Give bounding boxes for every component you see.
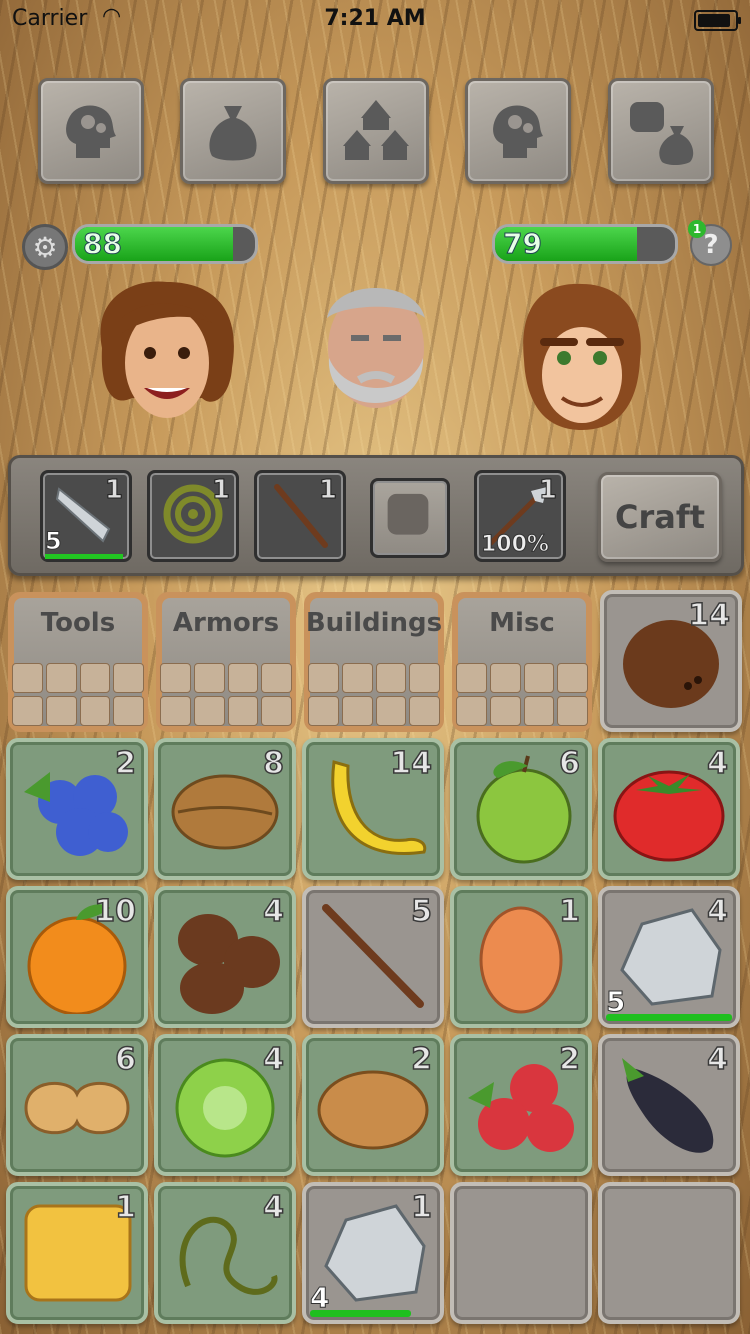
young-caveman-avatar[interactable]	[92, 278, 242, 433]
equip-slot-spear[interactable]: 1 100%	[474, 470, 566, 562]
head-gears-icon	[66, 105, 116, 158]
category-label: Armors	[172, 608, 280, 638]
category-preview-grid	[308, 663, 440, 726]
equip-count: 1	[211, 475, 230, 506]
durability-bar	[606, 1014, 732, 1021]
equip-slot-spearhead[interactable]: 1 5	[40, 470, 132, 562]
equip-slot-stick[interactable]: 1	[254, 470, 346, 562]
item-count: 1	[410, 1189, 432, 1226]
huts-icon	[343, 100, 409, 160]
category-buildings[interactable]: Buildings	[304, 592, 444, 732]
inventory-slot-potato[interactable]: 2	[302, 1034, 444, 1176]
settings-gear-icon[interactable]: ⚙	[22, 224, 68, 270]
inventory-slot-stone[interactable]: 14	[302, 1182, 444, 1324]
battery-level	[698, 14, 731, 27]
item-count: 5	[410, 893, 432, 930]
item-count: 2	[558, 1041, 580, 1078]
inventory-bag-button[interactable]	[180, 78, 286, 184]
durability-bar	[310, 1310, 411, 1317]
category-preview-grid	[456, 663, 588, 726]
inventory-slot-peanut[interactable]: 6	[6, 1034, 148, 1176]
item-count: 6	[114, 1041, 136, 1078]
item-count: 4	[706, 893, 728, 930]
bag-icon	[209, 106, 257, 161]
item-count: 14	[390, 745, 433, 782]
inventory-slot-lettuce[interactable]: 4	[154, 1034, 296, 1176]
item-count: 4	[706, 745, 728, 782]
skills-alt-button[interactable]	[465, 78, 571, 184]
inventory-slot-empty[interactable]	[450, 1182, 592, 1324]
item-count: 8	[262, 745, 284, 782]
inventory-slot-walnut[interactable]: 8	[154, 738, 296, 880]
item-count: 2	[114, 745, 136, 782]
equip-durability: 5	[45, 527, 63, 556]
equip-count: 1	[104, 475, 123, 506]
inventory-slot-orange[interactable]: 10	[6, 886, 148, 1028]
item-count: 10	[94, 893, 137, 930]
fist-icon	[387, 493, 429, 535]
item-count: 2	[410, 1041, 432, 1078]
inventory-slot-honeycomb[interactable]: 1	[6, 1182, 148, 1324]
elder-caveman-avatar[interactable]	[315, 278, 437, 433]
equip-slot-rope[interactable]: 1	[147, 470, 239, 562]
category-preview-grid	[160, 663, 292, 726]
ape-caveman-avatar[interactable]	[518, 280, 646, 435]
category-preview-grid	[12, 663, 144, 726]
status-bar: Carrier ◠ 7:21 AM	[0, 0, 750, 40]
clock: 7:21 AM	[324, 6, 426, 31]
left-health-bar: 88	[72, 224, 258, 264]
category-label: Misc	[489, 608, 555, 638]
inventory-slot-coconut[interactable]: 14	[600, 590, 742, 732]
equip-count: 1	[538, 475, 557, 506]
category-misc[interactable]: Misc	[452, 592, 592, 732]
category-label: Buildings	[305, 608, 443, 638]
right-health-value: 79	[503, 227, 543, 261]
durability-bar	[45, 554, 123, 559]
inventory-slot-green-apple[interactable]: 6	[450, 738, 592, 880]
category-tools[interactable]: Tools	[8, 592, 148, 732]
village-button[interactable]	[323, 78, 429, 184]
equip-percent: 100%	[481, 532, 550, 558]
item-count: 1	[558, 893, 580, 930]
left-health-value: 88	[83, 227, 123, 261]
inventory-slot-raspberries[interactable]: 2	[450, 1034, 592, 1176]
item-count: 4	[706, 1041, 728, 1078]
battery-icon	[694, 10, 741, 31]
inventory-slot-vine[interactable]: 4	[154, 1182, 296, 1324]
help-badge: 1	[688, 220, 706, 238]
item-count: 4	[262, 1041, 284, 1078]
right-health-bar: 79	[492, 224, 678, 264]
inventory-slot-empty[interactable]	[598, 1182, 740, 1324]
item-count: 4	[262, 1189, 284, 1226]
inventory-slot-stick[interactable]: 5	[302, 886, 444, 1028]
equip-count: 1	[318, 475, 337, 506]
head-gears-icon	[493, 105, 543, 158]
inventory-slot-blueberries[interactable]: 2	[6, 738, 148, 880]
item-count: 1	[114, 1189, 136, 1226]
item-count: 14	[688, 597, 731, 634]
help-label: ?	[703, 230, 719, 260]
item-count: 4	[262, 893, 284, 930]
category-label: Tools	[40, 608, 116, 638]
fist-bag-icon	[630, 102, 694, 165]
inventory-slot-banana[interactable]: 14	[302, 738, 444, 880]
craft-button[interactable]: Craft	[598, 472, 722, 562]
inventory-slot-stone[interactable]: 45	[598, 886, 740, 1028]
category-armors[interactable]: Armors	[156, 592, 296, 732]
equip-slot-empty-fist[interactable]	[370, 478, 450, 558]
inventory-slot-tomato[interactable]: 4	[598, 738, 740, 880]
help-button[interactable]: ? 1	[688, 220, 732, 266]
trade-button[interactable]	[608, 78, 714, 184]
inventory-slot-eggplant[interactable]: 4	[598, 1034, 740, 1176]
inventory-slot-chestnuts[interactable]: 4	[154, 886, 296, 1028]
skills-button[interactable]	[38, 78, 144, 184]
item-count: 6	[558, 745, 580, 782]
inventory-slot-egg[interactable]: 1	[450, 886, 592, 1028]
